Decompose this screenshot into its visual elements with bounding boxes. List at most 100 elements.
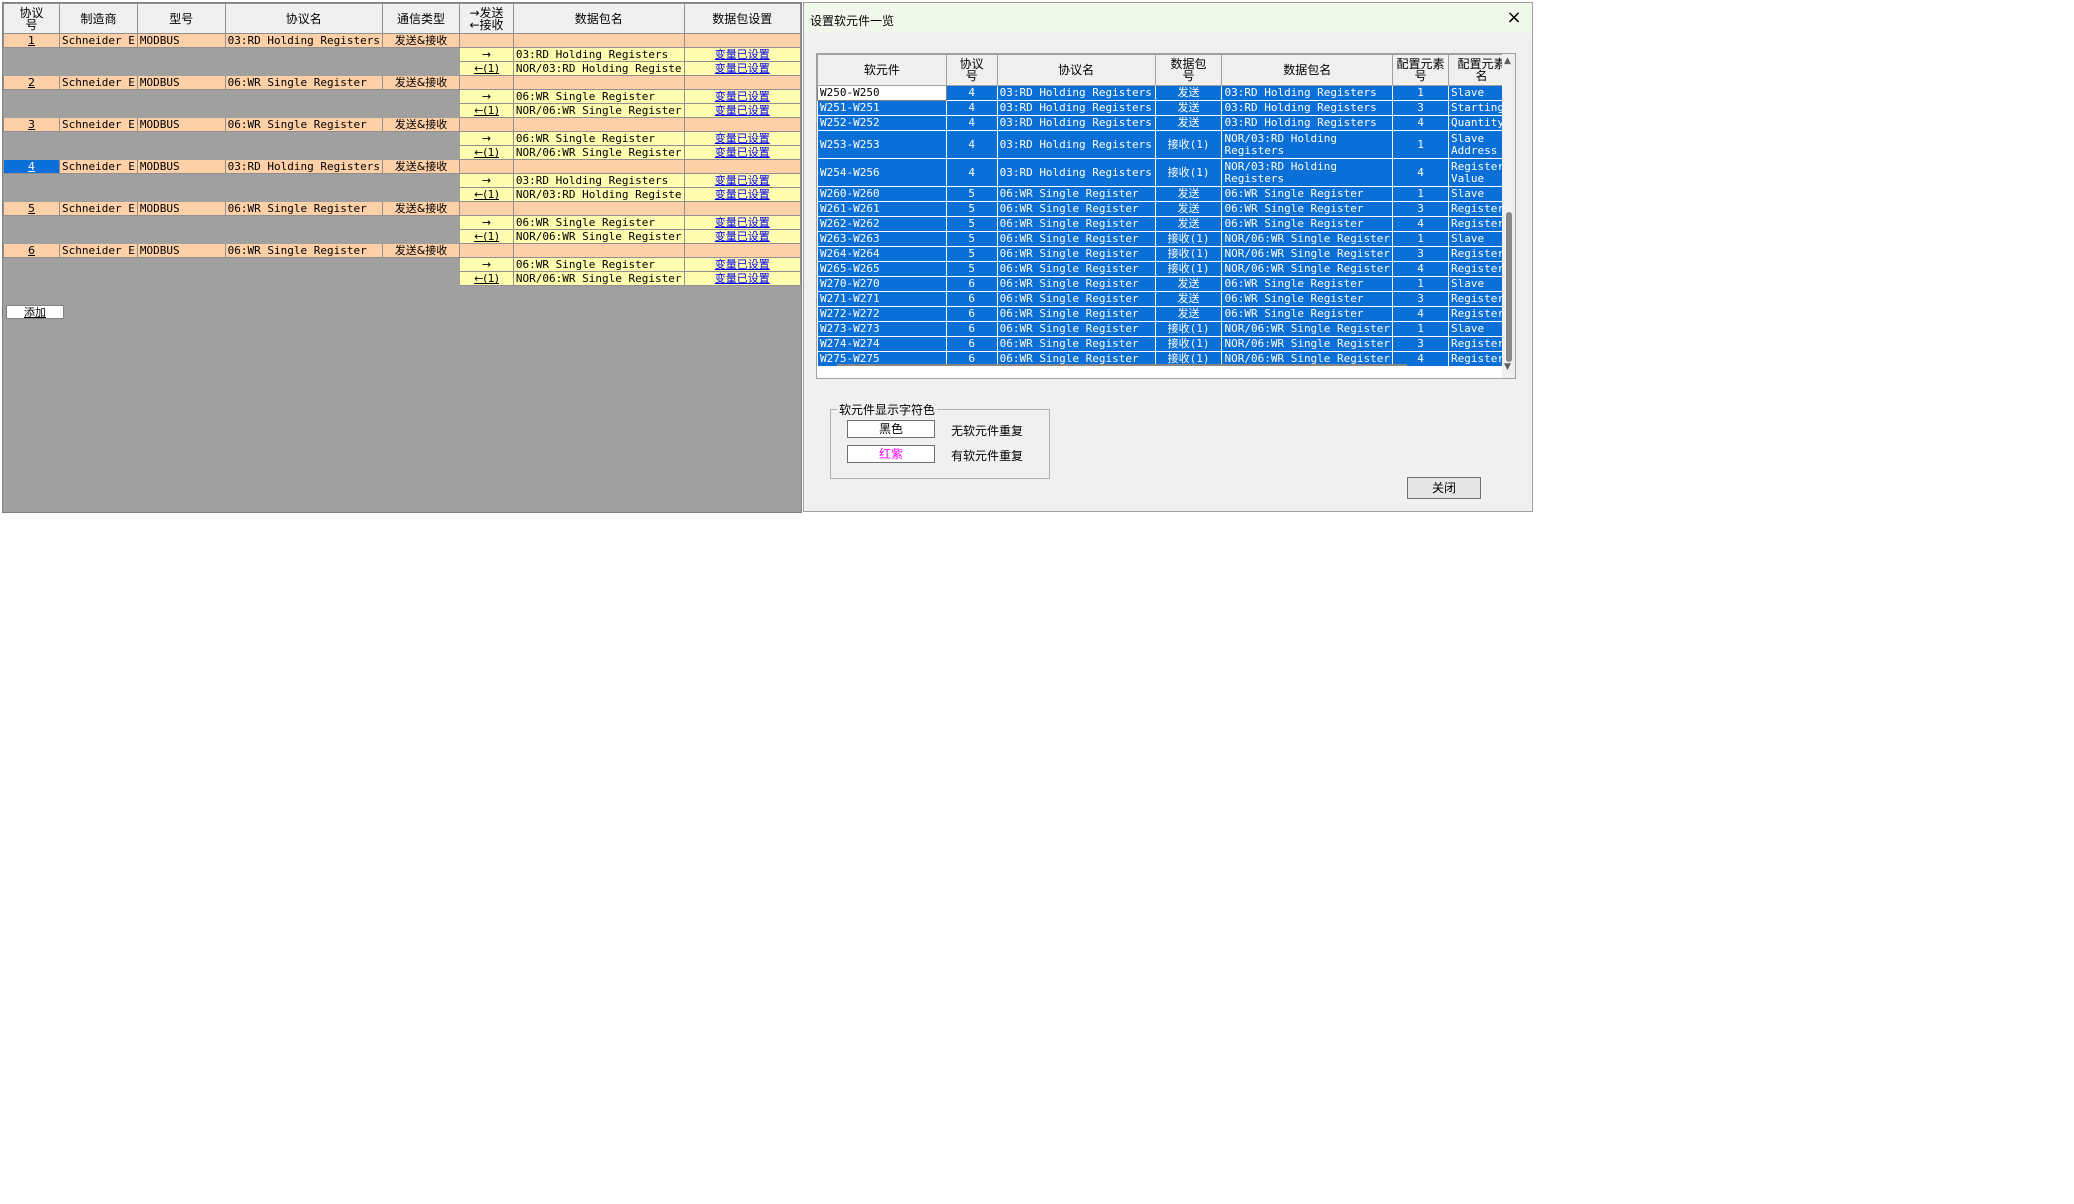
device-row[interactable]: W262-W262 5 06:WR Single Register 发送 06:WR S… [817,216,1515,232]
protocol-row[interactable]: 2 Schneider E MODBUS 06:WR Single Register 发… [3,75,801,90]
device-header-3[interactable]: 数据包 号 [1154,54,1223,86]
packet-row[interactable]: ←(1) NOR/06:WR Single Register 变量已设置 [3,271,801,286]
vertical-scrollbar[interactable]: ▲ ▼ [1502,54,1515,378]
close-button[interactable]: 关闭 [1407,477,1481,499]
device-cell: 03:RD Holding Registers [1221,85,1394,101]
packet-row[interactable]: ←(1) NOR/06:WR Single Register 变量已设置 [3,145,801,160]
device-row[interactable]: W264-W264 5 06:WR Single Register 接收(1) NOR/… [817,246,1515,262]
model-cell: MODBUS [136,243,226,258]
protocol-name-cell: 06:WR Single Register [224,117,383,132]
device-cell: 3 [1392,201,1449,217]
device-header-4[interactable]: 数据包名 [1221,54,1394,86]
device-header-0[interactable]: 软元件 [817,54,947,86]
packet-row[interactable]: → 06:WR Single Register 变量已设置 [3,131,801,146]
packet-row[interactable]: ←(1) NOR/06:WR Single Register 变量已设置 [3,103,801,118]
device-cell: 03:RD Holding Registers [1221,100,1394,116]
packet-row[interactable]: ←(1) NOR/03:RD Holding Registe 变量已设置 [3,61,801,76]
packet-name-cell: 06:WR Single Register [512,257,685,272]
protocol-row[interactable]: 6 Schneider E MODBUS 06:WR Single Register 发… [3,243,801,258]
device-cell: 3 [1392,246,1449,262]
receive-arrow-icon: ←(1) [459,271,514,286]
device-row[interactable]: W271-W271 6 06:WR Single Register 发送 06:WR S… [817,291,1515,307]
packet-settings-link[interactable]: 变量已设置 [683,89,801,104]
protocol-number[interactable]: 3 [3,117,61,132]
packet-settings-link[interactable]: 变量已设置 [683,257,801,272]
empty-cell [3,173,461,188]
packet-settings-link[interactable]: 变量已设置 [683,145,801,160]
packet-row[interactable]: → 06:WR Single Register 变量已设置 [3,257,801,272]
protocol-row[interactable]: 5 Schneider E MODBUS 06:WR Single Register 发… [3,201,801,216]
packet-name-cell: NOR/06:WR Single Register [512,229,685,244]
packet-row[interactable]: → 03:RD Holding Registers 变量已设置 [3,173,801,188]
packet-settings-link[interactable]: 变量已设置 [683,173,801,188]
device-cell: W250-W250 [817,85,947,101]
device-row[interactable]: W270-W270 6 06:WR Single Register 发送 06:WR S… [817,276,1515,292]
horizontal-scrollbar-thumb[interactable] [837,364,1407,366]
device-list[interactable]: 软元件 协议 号协议名 数据包 号数据包名 配置元素 号配置元素 名 W250-W25… [816,53,1516,379]
add-button[interactable]: 添加 [6,305,64,319]
proto-header-4: 通信类型 [381,3,461,34]
device-row[interactable]: W274-W274 6 06:WR Single Register 接收(1) NOR/… [817,336,1515,352]
model-cell: MODBUS [136,159,226,174]
empty-cell [512,75,685,90]
device-row[interactable]: W265-W265 5 06:WR Single Register 接收(1) NOR/… [817,261,1515,277]
packet-settings-link[interactable]: 变量已设置 [683,271,801,286]
protocol-number[interactable]: 4 [3,159,61,174]
packet-settings-link[interactable]: 变量已设置 [683,103,801,118]
device-cell: 06:WR Single Register [996,276,1156,292]
device-row[interactable]: W251-W251 4 03:RD Holding Registers 发送 03:RD… [817,100,1515,116]
scroll-down-icon[interactable]: ▼ [1504,362,1511,372]
packet-settings-link[interactable]: 变量已设置 [683,131,801,146]
protocol-number[interactable]: 5 [3,201,61,216]
device-cell: 3 [1392,291,1449,307]
device-header-2[interactable]: 协议名 [996,54,1156,86]
device-list-dialog: 设置软元件一览 × 软元件 协议 号协议名 数据包 号数据包名 配置元素 号配置元素 … [803,2,1533,512]
device-cell: W270-W270 [817,276,947,292]
device-header-1[interactable]: 协议 号 [945,54,998,86]
close-icon[interactable]: × [1504,8,1524,28]
device-cell: 03:RD Holding Registers [1221,115,1394,131]
packet-name-cell: 03:RD Holding Registers [512,47,685,62]
packet-row[interactable]: ←(1) NOR/06:WR Single Register 变量已设置 [3,229,801,244]
device-cell: 06:WR Single Register [996,246,1156,262]
device-header-5[interactable]: 配置元素 号 [1392,54,1449,86]
maker-cell: Schneider E [59,75,138,90]
protocol-number[interactable]: 6 [3,243,61,258]
packet-row[interactable]: ←(1) NOR/03:RD Holding Registe 变量已设置 [3,187,801,202]
device-row[interactable]: W252-W252 4 03:RD Holding Registers 发送 03:RD… [817,115,1515,131]
packet-settings-link[interactable]: 变量已设置 [683,229,801,244]
legend-title: 软元件显示字符色 [837,401,938,418]
protocol-row[interactable]: 4 Schneider E MODBUS 03:RD Holding Register… [3,159,801,174]
packet-settings-link[interactable]: 变量已设置 [683,215,801,230]
proto-header-6: 数据包名 [512,3,685,34]
proto-header-2: 型号 [136,3,226,34]
scrollbar-thumb[interactable] [1506,212,1512,362]
device-cell: 5 [945,201,998,217]
device-cell: W272-W272 [817,306,947,322]
device-cell: NOR/06:WR Single Register [1221,321,1394,337]
device-row[interactable]: W260-W260 5 06:WR Single Register 发送 06:WR S… [817,186,1515,202]
device-row[interactable]: W273-W273 6 06:WR Single Register 接收(1) NOR/… [817,321,1515,337]
device-cell: NOR/03:RD Holding Registers [1221,130,1394,159]
packet-row[interactable]: → 06:WR Single Register 变量已设置 [3,89,801,104]
scroll-up-icon[interactable]: ▲ [1504,56,1511,66]
protocol-number[interactable]: 1 [3,33,61,48]
device-row[interactable]: W272-W272 6 06:WR Single Register 发送 06:WR S… [817,306,1515,322]
device-row[interactable]: W261-W261 5 06:WR Single Register 发送 06:WR S… [817,201,1515,217]
packet-row[interactable]: → 06:WR Single Register 变量已设置 [3,215,801,230]
packet-settings-link[interactable]: 变量已设置 [683,61,801,76]
device-row[interactable]: W250-W250 4 03:RD Holding Registers 发送 03:RD… [817,85,1515,101]
device-row[interactable]: W253-W253 4 03:RD Holding Registers 接收(1) NO… [817,130,1515,159]
packet-settings-link[interactable]: 变量已设置 [683,187,801,202]
device-row[interactable]: W254-W256 4 03:RD Holding Registers 接收(1) NO… [817,158,1515,187]
device-cell: NOR/06:WR Single Register [1221,231,1394,247]
protocol-row[interactable]: 3 Schneider E MODBUS 06:WR Single Register 发… [3,117,801,132]
packet-settings-link[interactable]: 变量已设置 [683,47,801,62]
device-cell: 5 [945,231,998,247]
packet-row[interactable]: → 03:RD Holding Registers 变量已设置 [3,47,801,62]
device-row[interactable]: W263-W263 5 06:WR Single Register 接收(1) NOR/… [817,231,1515,247]
protocol-row[interactable]: 1 Schneider E MODBUS 03:RD Holding Register… [3,33,801,48]
device-cell: 5 [945,261,998,277]
protocol-number[interactable]: 2 [3,75,61,90]
dialog-titlebar: 设置软元件一览 × [804,3,1532,33]
